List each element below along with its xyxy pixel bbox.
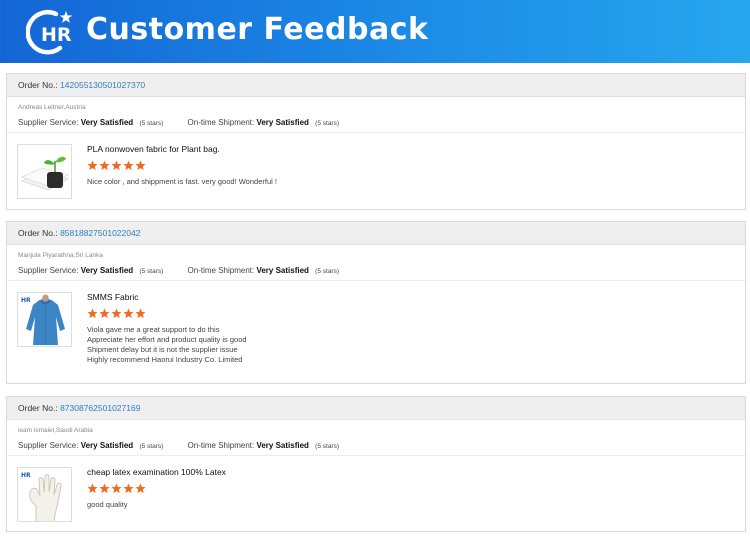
plant-bag-icon — [18, 145, 71, 198]
comment-line: Viola gave me a great support to do this — [87, 325, 220, 334]
svg-text:HR: HR — [21, 472, 31, 479]
product-info: SMMS Fabric Viola gave me a great suppor… — [87, 291, 727, 365]
order-bar: Order No.: 142055130501027370 — [7, 74, 745, 97]
review-card-3: Order No.: 87308762501027169 ieam ismaie… — [6, 396, 746, 532]
shipment-stars: (5 stars) — [315, 120, 340, 127]
review-comment: Nice color , and shippment is fast. very… — [87, 177, 727, 187]
rating-stars — [87, 483, 727, 495]
header-banner: HR Customer Feedback — [0, 0, 750, 63]
star-icon — [123, 308, 134, 319]
shipment-label: On-time Shipment: — [187, 118, 255, 127]
supplier-service-value: Very Satisfied — [80, 266, 134, 275]
order-number-link[interactable]: 142055130501027370 — [60, 80, 145, 90]
product-info: cheap latex examination 100% Latex good … — [87, 466, 727, 510]
latex-glove-icon: HR — [18, 468, 71, 521]
service-ratings: Supplier Service: Very Satisfied (5 star… — [18, 439, 745, 455]
buyer-name: Manjula Piyarathna,Sri Lanka — [18, 252, 103, 259]
shipment-value: Very Satisfied — [256, 266, 309, 275]
shipment-value: Very Satisfied — [256, 441, 309, 450]
rating-stars — [87, 308, 727, 320]
star-icon — [99, 483, 110, 494]
review-card-2: Order No.: 85818827501022042 Manjula Piy… — [6, 221, 746, 384]
comment-line: Appreciate her effort and product qualit… — [87, 335, 247, 344]
order-label: Order No.: — [18, 228, 58, 238]
shipment-label: On-time Shipment: — [187, 266, 255, 275]
shipment-stars: (5 stars) — [315, 443, 340, 450]
rating-stars — [87, 160, 727, 172]
star-icon — [87, 308, 98, 319]
product-info: PLA nonwoven fabric for Plant bag. Nice … — [87, 143, 727, 187]
star-icon — [111, 160, 122, 171]
supplier-service-value: Very Satisfied — [80, 441, 134, 450]
comment-line: Shipment delay but it is not the supplie… — [87, 345, 238, 354]
order-number-link[interactable]: 87308762501027169 — [60, 403, 140, 413]
shipment-value: Very Satisfied — [256, 118, 309, 127]
comment-line: Highly recommend Haorui Industry Co. Lim… — [87, 355, 243, 364]
svg-text:HR: HR — [21, 297, 31, 304]
product-title[interactable]: cheap latex examination 100% Latex — [87, 466, 727, 478]
star-icon — [135, 483, 146, 494]
supplier-service-label: Supplier Service: — [18, 118, 79, 127]
order-label: Order No.: — [18, 403, 58, 413]
supplier-service-rating: Supplier Service: Very Satisfied (5 star… — [18, 439, 163, 454]
shipment-rating: On-time Shipment: Very Satisfied (5 star… — [188, 264, 340, 279]
star-icon — [87, 160, 98, 171]
supplier-service-label: Supplier Service: — [18, 266, 79, 275]
order-number-link[interactable]: 85818827501022042 — [60, 228, 140, 238]
star-icon — [99, 308, 110, 319]
star-icon — [111, 483, 122, 494]
product-title[interactable]: PLA nonwoven fabric for Plant bag. — [87, 143, 727, 155]
page-title: Customer Feedback — [86, 12, 429, 47]
product-thumbnail[interactable]: HR — [17, 292, 72, 347]
supplier-service-value: Very Satisfied — [80, 118, 134, 127]
service-ratings: Supplier Service: Very Satisfied (5 star… — [18, 264, 745, 280]
review-meta: ieam ismaiel,Saudi Arabia Supplier Servi… — [7, 420, 745, 456]
order-label: Order No.: — [18, 80, 58, 90]
star-icon — [123, 160, 134, 171]
comment-line: Nice color , and shippment is fast. very… — [87, 177, 277, 186]
star-icon — [87, 483, 98, 494]
product-row: HR SMMS Fabric Viola gave me a great sup… — [7, 281, 745, 381]
supplier-service-rating: Supplier Service: Very Satisfied (5 star… — [18, 264, 163, 279]
review-meta: Andreas Leitner,Austria Supplier Service… — [7, 97, 745, 133]
order-bar: Order No.: 85818827501022042 — [7, 222, 745, 245]
star-icon — [135, 160, 146, 171]
review-comment: Viola gave me a great support to do this… — [87, 325, 727, 365]
product-title[interactable]: SMMS Fabric — [87, 291, 727, 303]
shipment-label: On-time Shipment: — [187, 441, 255, 450]
company-logo-icon: HR — [26, 9, 73, 55]
product-row: PLA nonwoven fabric for Plant bag. Nice … — [7, 133, 745, 233]
review-comment: good quality — [87, 500, 727, 510]
supplier-service-rating: Supplier Service: Very Satisfied (5 star… — [18, 116, 163, 131]
star-icon — [135, 308, 146, 319]
supplier-service-label: Supplier Service: — [18, 441, 79, 450]
service-ratings: Supplier Service: Very Satisfied (5 star… — [18, 116, 745, 132]
product-thumbnail[interactable] — [17, 144, 72, 199]
star-icon — [111, 308, 122, 319]
review-card-1: Order No.: 142055130501027370 Andreas Le… — [6, 73, 746, 210]
shipment-rating: On-time Shipment: Very Satisfied (5 star… — [188, 439, 340, 454]
product-row: HR cheap latex examination 100% Latex go… — [7, 456, 745, 543]
supplier-service-stars: (5 stars) — [139, 268, 164, 275]
star-icon — [123, 483, 134, 494]
product-thumbnail[interactable]: HR — [17, 467, 72, 522]
buyer-name: ieam ismaiel,Saudi Arabia — [18, 427, 93, 434]
supplier-service-stars: (5 stars) — [139, 443, 164, 450]
buyer-name: Andreas Leitner,Austria — [18, 104, 86, 111]
review-meta: Manjula Piyarathna,Sri Lanka Supplier Se… — [7, 245, 745, 281]
comment-line: good quality — [87, 500, 128, 509]
shipment-stars: (5 stars) — [315, 268, 340, 275]
order-bar: Order No.: 87308762501027169 — [7, 397, 745, 420]
star-icon — [99, 160, 110, 171]
supplier-service-stars: (5 stars) — [139, 120, 164, 127]
logo-text: HR — [41, 24, 72, 46]
shipment-rating: On-time Shipment: Very Satisfied (5 star… — [188, 116, 340, 131]
surgical-gown-icon: HR — [18, 293, 71, 346]
